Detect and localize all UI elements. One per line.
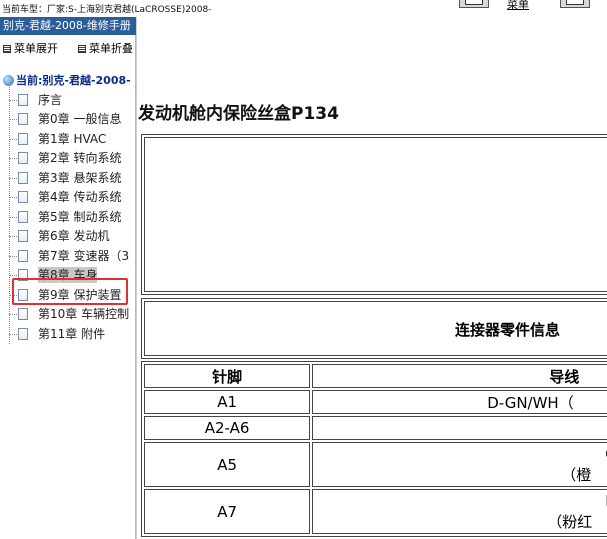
tree-root-label: 当前:别克-君越-2008- bbox=[16, 74, 131, 87]
tree-item-label: 第10章 车辆控制 bbox=[38, 307, 130, 321]
expand-menu-button[interactable]: 菜单展开 bbox=[3, 40, 58, 55]
tree-item-label: 第7章 变速器（3 bbox=[38, 249, 130, 263]
list-icon bbox=[78, 45, 86, 53]
wire-color-code: O bbox=[561, 444, 607, 465]
column-header-wire: 导线 bbox=[312, 364, 607, 388]
document-icon bbox=[18, 133, 28, 145]
collapse-menu-label: 菜单折叠 bbox=[89, 42, 133, 55]
wire-cell: O （橙 bbox=[312, 442, 607, 487]
tree-root[interactable]: 当前:别克-君越-2008- bbox=[3, 72, 131, 88]
page-title: 发动机舱内保险丝盒P134 bbox=[138, 104, 339, 124]
tree-item-label: 第2章 转向系统 bbox=[38, 151, 122, 165]
table-row: A2-A6 bbox=[144, 416, 607, 440]
document-icon bbox=[18, 113, 28, 125]
connector-image-frame bbox=[141, 134, 607, 295]
table-row: A7 P （粉红 bbox=[144, 489, 607, 534]
document-icon bbox=[18, 308, 28, 320]
top-bar: 当前车型：厂家:S-上海别克君越(LaCROSSE)2008- 菜单 bbox=[0, 0, 607, 17]
current-model-label: 当前车型：厂家:S-上海别克君越(LaCROSSE)2008- bbox=[2, 5, 212, 15]
pin-cell: A2-A6 bbox=[144, 416, 311, 440]
wire-color-code: P bbox=[547, 491, 607, 512]
tree-item-label: 第11章 附件 bbox=[38, 327, 106, 341]
document-icon bbox=[18, 94, 28, 106]
document-icon bbox=[18, 152, 28, 164]
window-icon bbox=[465, 0, 483, 5]
wire-color-name: （橙 bbox=[561, 465, 592, 484]
document-icon bbox=[18, 172, 28, 184]
menu-button[interactable]: 菜单 bbox=[507, 0, 529, 12]
connector-info-title: 连接器零件信息 bbox=[455, 321, 561, 339]
wire-cell: D-GN/WH（ bbox=[312, 390, 607, 414]
wire-color-name: （粉红 bbox=[547, 512, 593, 531]
pin-cell: A5 bbox=[144, 442, 311, 487]
pin-cell: A1 bbox=[144, 390, 311, 414]
sidebar: 别克-君越-2008-维修手册 菜单展开 菜单折叠 当前:别克-君越-2008-… bbox=[0, 17, 136, 539]
pin-table: 针脚 导线 A1 D-GN/WH（ A2-A6 A5 O （橙 A7 P （粉红 bbox=[141, 361, 607, 537]
expand-menu-label: 菜单展开 bbox=[14, 42, 58, 55]
wire-cell bbox=[312, 416, 607, 440]
document-icon bbox=[18, 230, 28, 242]
column-header-pin: 针脚 bbox=[144, 364, 311, 388]
tree-item-label: 第3章 悬架系统 bbox=[38, 171, 122, 185]
tree-item-label: 第5章 制动系统 bbox=[38, 210, 122, 224]
table-header-row: 针脚 导线 bbox=[144, 364, 607, 388]
selection-highlight-box bbox=[12, 278, 128, 305]
table-row: A1 D-GN/WH（ bbox=[144, 390, 607, 414]
tree-item-label: 序言 bbox=[38, 93, 63, 107]
tree-item-label: 第1章 HVAC bbox=[38, 132, 107, 146]
document-icon bbox=[18, 328, 28, 340]
document-icon bbox=[18, 211, 28, 223]
wire-cell: P （粉红 bbox=[312, 489, 607, 534]
document-icon bbox=[18, 191, 28, 203]
list-icon bbox=[3, 45, 11, 53]
tree-connector bbox=[9, 87, 10, 344]
pin-cell: A7 bbox=[144, 489, 311, 534]
toolbar-button-left[interactable] bbox=[459, 0, 489, 8]
tree-item-label: 第6章 发动机 bbox=[38, 229, 110, 243]
tree-item-label: 第0章 一般信息 bbox=[38, 112, 122, 126]
tree-item-label: 第4章 传动系统 bbox=[38, 190, 122, 204]
content-pane: 发动机舱内保险丝盒P134 连接器零件信息 针脚 导线 A1 D-GN/WH（ … bbox=[136, 17, 607, 539]
sidebar-title: 别克-君越-2008-维修手册 bbox=[0, 17, 136, 35]
window-icon bbox=[566, 0, 584, 5]
collapse-menu-button[interactable]: 菜单折叠 bbox=[78, 40, 133, 55]
table-row: A5 O （橙 bbox=[144, 442, 607, 487]
document-icon bbox=[18, 250, 28, 262]
toolbar-button-right[interactable] bbox=[560, 0, 590, 8]
sidebar-toolbar: 菜单展开 菜单折叠 bbox=[0, 37, 136, 55]
globe-icon bbox=[3, 75, 14, 86]
